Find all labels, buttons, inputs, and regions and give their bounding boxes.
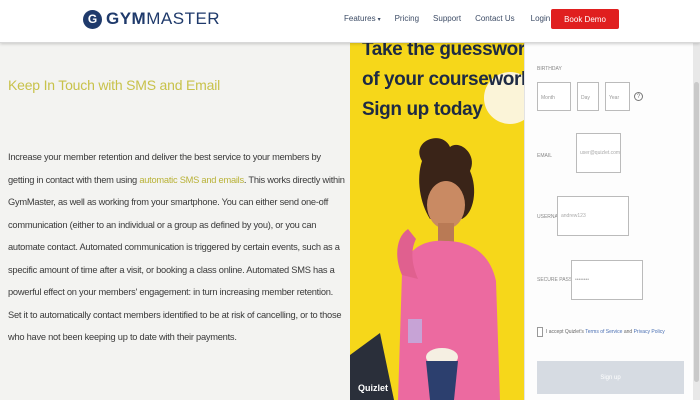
gymmaster-logo[interactable]: G GYMMASTER <box>83 9 220 29</box>
nav-login[interactable]: Login <box>531 14 551 23</box>
day-select[interactable]: Day <box>577 82 599 111</box>
year-select-value: Year <box>609 95 620 101</box>
email-placeholder: user@quizlet.com <box>580 150 621 156</box>
month-select-value: Month <box>541 95 555 101</box>
logo-rest: MASTER <box>146 9 221 28</box>
username-field[interactable]: andrew123 <box>557 196 629 236</box>
username-placeholder: andrew123 <box>561 213 586 219</box>
nav-pricing[interactable]: Pricing <box>395 14 419 23</box>
bowl-shape <box>426 361 458 400</box>
signup-button[interactable]: Sign up <box>537 361 684 394</box>
sms-email-link[interactable]: automatic SMS and emails <box>139 175 244 185</box>
quizlet-ad[interactable]: Take the guesswork out of your coursewor… <box>350 43 524 400</box>
body-text-end: . This works directly within GymMaster, … <box>8 174 345 343</box>
main-nav: Features ▾ Pricing Support Contact Us Log… <box>344 14 550 23</box>
logo-brand: GYM <box>106 9 147 28</box>
page: G GYMMASTER Features ▾ Pricing Support Co… <box>0 0 700 400</box>
year-select[interactable]: Year <box>605 82 630 111</box>
nav-features-label: Features <box>344 14 376 23</box>
ad-brand: Quizlet <box>358 383 389 393</box>
email-label: EMAIL <box>537 153 553 159</box>
password-field[interactable]: •••••••• <box>571 260 643 300</box>
ad-headline: Take the guesswork out of your coursewor… <box>362 43 524 125</box>
nav-contact[interactable]: Contact Us <box>475 14 515 23</box>
terms-and: and <box>622 329 634 335</box>
ad-line-2: of your coursework. <box>362 69 524 90</box>
chevron-down-icon: ▾ <box>377 17 381 23</box>
nav-support[interactable]: Support <box>433 14 461 23</box>
face-shape <box>427 181 465 229</box>
day-select-value: Day <box>581 95 590 101</box>
nav-features[interactable]: Features ▾ <box>344 14 381 23</box>
privacy-policy-link[interactable]: Privacy Policy <box>634 329 665 335</box>
terms-text: I accept Quizlet's Terms of Service and … <box>546 329 665 335</box>
section-body: Increase your member retention and deliv… <box>8 146 346 349</box>
terms-of-service-link[interactable]: Terms of Service <box>585 329 622 335</box>
cup-shape <box>408 319 422 343</box>
birthday-label: BIRTHDAY <box>537 66 562 72</box>
ad-line-1: Take the guesswork out <box>362 43 524 60</box>
scrollbar-thumb[interactable] <box>694 82 699 382</box>
help-icon[interactable]: ? <box>634 92 643 101</box>
logo-mark-icon: G <box>83 9 102 29</box>
section-heading: Keep In Touch with SMS and Email <box>8 77 221 93</box>
terms-checkbox[interactable] <box>537 327 543 337</box>
password-placeholder: •••••••• <box>575 277 590 283</box>
month-select[interactable]: Month <box>537 82 571 111</box>
feature-section: Keep In Touch with SMS and Email Increas… <box>0 43 350 400</box>
logo-text: GYMMASTER <box>106 9 220 29</box>
ad-line-3: Sign up today <box>362 99 483 120</box>
email-field[interactable]: user@quizlet.com <box>576 133 621 173</box>
site-header: G GYMMASTER Features ▾ Pricing Support Co… <box>0 0 700 43</box>
book-demo-button[interactable]: Book Demo <box>551 9 619 29</box>
terms-prefix: I accept Quizlet's <box>546 329 586 335</box>
